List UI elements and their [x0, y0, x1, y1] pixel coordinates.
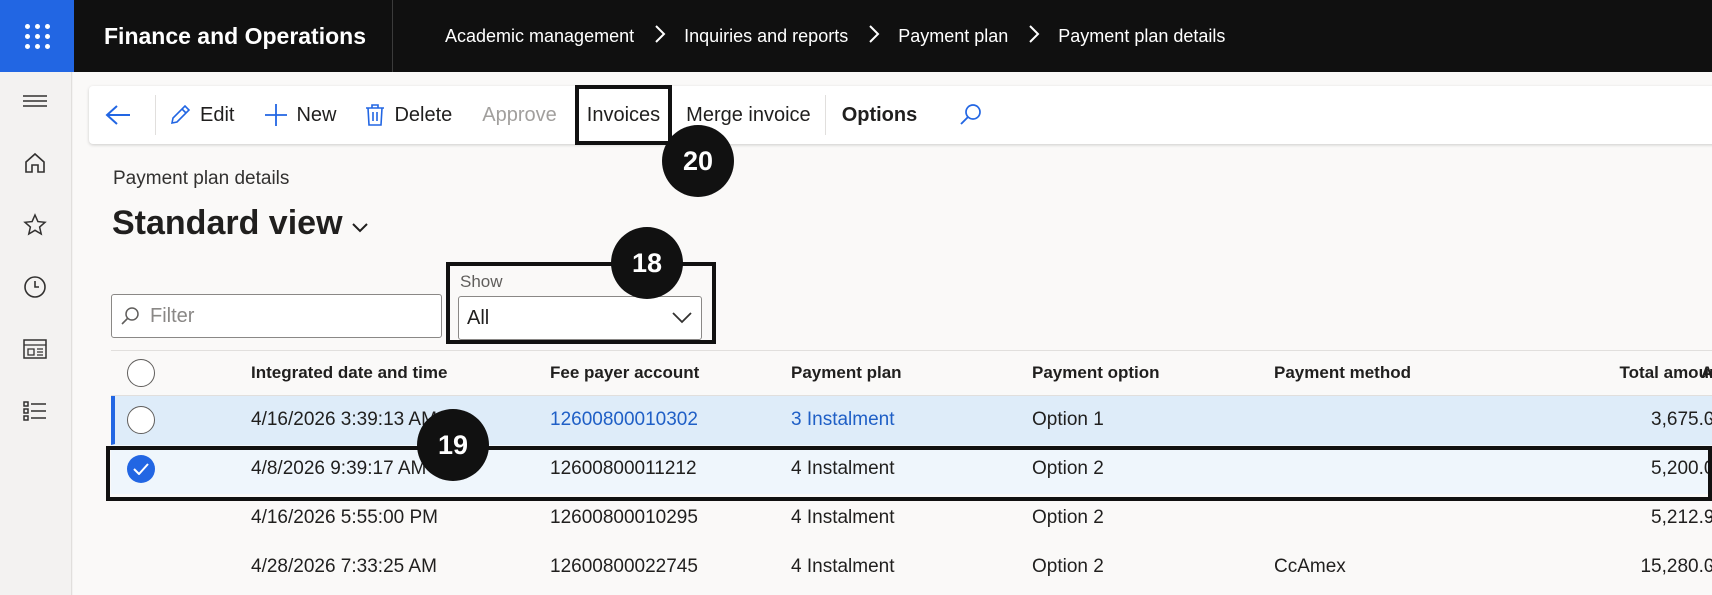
main-content: Edit New Delete Approve Invoices Merge i… — [73, 72, 1712, 595]
cell-payment-plan[interactable]: 4 Instalment — [791, 507, 895, 529]
new-label: New — [296, 103, 337, 126]
waffle-icon — [24, 23, 50, 49]
back-button[interactable] — [89, 86, 155, 144]
header-total-amount[interactable]: Total amount — [1441, 363, 1712, 383]
breadcrumb-item[interactable]: Payment plan — [898, 26, 1008, 47]
header-payment-plan[interactable]: Payment plan — [791, 363, 902, 383]
new-button[interactable]: New — [254, 86, 354, 144]
delete-button[interactable]: Delete — [354, 86, 482, 144]
title-divider — [392, 0, 393, 72]
filter-placeholder: Filter — [150, 304, 195, 327]
show-label: Show — [460, 272, 503, 291]
cell-fee-payer-link[interactable]: 12600800010302 — [550, 409, 698, 431]
cell-fee-payer[interactable]: 12600800022745 — [550, 556, 698, 578]
header-date[interactable]: Integrated date and time — [251, 363, 447, 383]
cell-date: 4/28/2026 7:33:25 AM — [251, 556, 437, 577]
highlight-box — [106, 446, 1712, 501]
callout-badge: 20 — [662, 125, 734, 197]
app-launcher-button[interactable] — [0, 0, 74, 72]
plus-icon — [265, 104, 288, 126]
search-icon — [121, 307, 139, 325]
row-select-radio[interactable] — [127, 406, 155, 434]
cell-fee-payer[interactable]: 12600800010295 — [550, 507, 698, 529]
table-row[interactable]: 4/16/2026 5:55:00 PM 12600800010295 4 In… — [111, 494, 1712, 543]
view-selector[interactable]: Standard view — [112, 204, 369, 243]
breadcrumb-item[interactable]: Academic management — [445, 26, 634, 47]
trash-icon — [366, 104, 385, 126]
callout-badge: 19 — [417, 409, 489, 481]
header-fee-payer[interactable]: Fee payer account — [550, 363, 699, 383]
workspace-icon[interactable] — [22, 336, 48, 362]
breadcrumb: Academic management Inquiries and report… — [445, 24, 1225, 49]
cell-date: 4/16/2026 5:55:00 PM — [251, 507, 438, 528]
cell-payment-plan-link[interactable]: 3 Instalment — [791, 409, 895, 431]
header-approve[interactable]: Approve — [1701, 363, 1712, 383]
chevron-right-icon — [1028, 24, 1040, 49]
edit-label: Edit — [200, 103, 235, 126]
cell-total-amount: 15,280.00 — [1640, 556, 1712, 577]
view-title: Standard view — [112, 204, 343, 242]
breadcrumb-item[interactable]: Inquiries and reports — [684, 26, 848, 47]
breadcrumb-item[interactable]: Payment plan details — [1058, 26, 1225, 47]
header-payment-method[interactable]: Payment method — [1274, 363, 1411, 383]
callout-badge: 18 — [611, 227, 683, 299]
select-all-checkbox[interactable] — [127, 359, 155, 387]
header-payment-option[interactable]: Payment option — [1032, 363, 1160, 383]
cell-payment-option: Option 1 — [1032, 409, 1104, 430]
chevron-right-icon — [868, 24, 880, 49]
back-arrow-icon — [105, 105, 130, 125]
search-icon — [960, 104, 982, 125]
cell-payment-method: CcAmex — [1274, 556, 1346, 577]
chevron-down-icon — [672, 312, 692, 324]
chevron-down-icon — [351, 222, 368, 232]
options-tab[interactable]: Options — [826, 86, 960, 144]
star-icon[interactable] — [22, 212, 48, 238]
cell-payment-plan[interactable]: 4 Instalment — [791, 556, 895, 578]
invoices-button[interactable]: Invoices — [574, 85, 673, 145]
approve-button[interactable]: Approve — [482, 86, 575, 144]
cell-payment-option: Option 2 — [1032, 507, 1104, 528]
home-icon[interactable] — [22, 150, 48, 176]
grid-header: Integrated date and time Fee payer accou… — [111, 350, 1712, 396]
cell-date: 4/16/2026 3:39:13 AM — [251, 409, 437, 430]
cell-total-amount: 3,675.00 — [1651, 409, 1712, 430]
table-row[interactable]: 4/16/2026 3:39:13 AM 12600800010302 3 In… — [111, 396, 1712, 445]
hamburger-icon[interactable] — [22, 90, 48, 116]
edit-button[interactable]: Edit — [156, 86, 254, 144]
page-caption: Payment plan details — [113, 168, 290, 189]
navigation-pane — [0, 72, 72, 595]
cell-payment-option: Option 2 — [1032, 556, 1104, 577]
filter-input[interactable]: Filter — [111, 294, 442, 338]
search-button[interactable] — [959, 86, 991, 144]
show-value: All — [467, 306, 490, 329]
chevron-right-icon — [654, 24, 666, 49]
pencil-icon — [170, 104, 191, 125]
top-bar: Finance and Operations Academic manageme… — [0, 0, 1712, 72]
cell-total-amount: 5,212.90 — [1651, 507, 1712, 528]
list-icon[interactable] — [22, 398, 48, 424]
delete-label: Delete — [394, 103, 453, 126]
clock-icon[interactable] — [22, 274, 48, 300]
table-row[interactable]: 4/28/2026 7:33:25 AM 12600800022745 4 In… — [111, 543, 1712, 592]
action-pane: Edit New Delete Approve Invoices Merge i… — [89, 85, 1712, 145]
show-dropdown[interactable]: All — [458, 296, 702, 340]
app-title: Finance and Operations — [104, 22, 366, 49]
